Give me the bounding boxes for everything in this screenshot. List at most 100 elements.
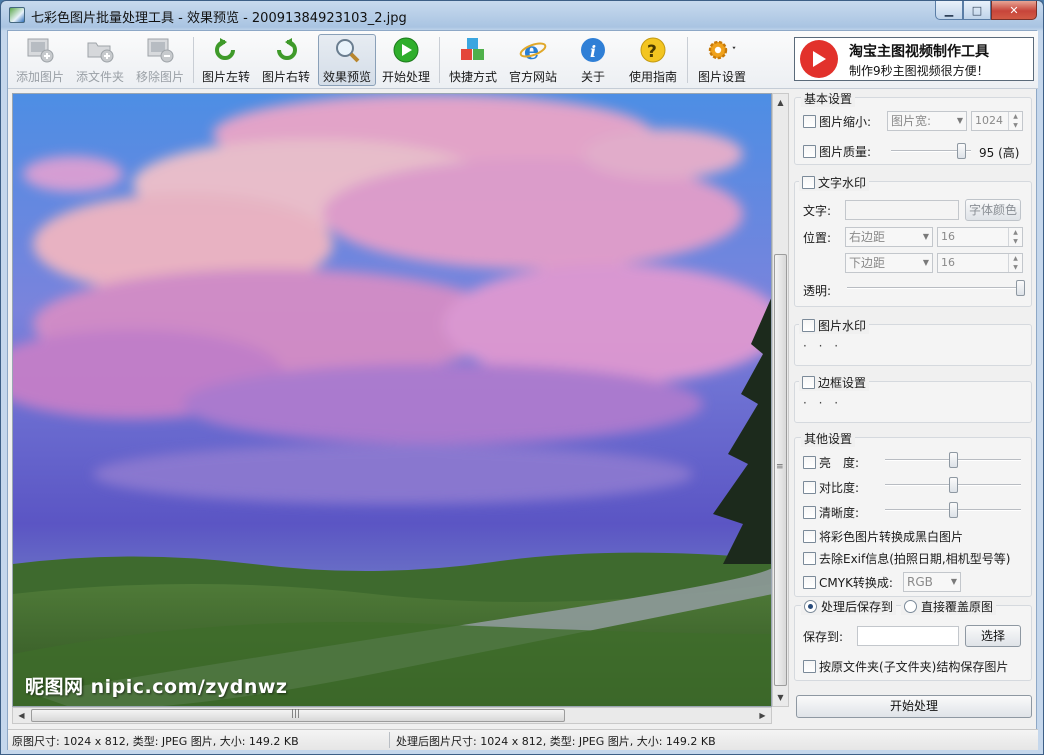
scroll-down-icon[interactable]: ▼ xyxy=(773,689,788,706)
quality-checkbox[interactable] xyxy=(803,145,816,158)
rotate-right-button[interactable]: 图片右转 xyxy=(258,35,314,85)
close-button[interactable]: ✕ xyxy=(991,1,1037,20)
contrast-slider-knob[interactable] xyxy=(949,477,958,493)
watermark-text-input[interactable] xyxy=(845,200,959,220)
shortcut-button[interactable]: 快捷方式 xyxy=(445,35,501,85)
official-site-button[interactable]: e 官方网站 xyxy=(505,35,561,85)
save-to-label: 保存到: xyxy=(803,630,844,644)
save-to-radio-label: 处理后保存到 xyxy=(821,600,894,614)
basic-settings-group: 基本设置 图片缩小: 图片宽: ▼ 1024 ▲ ▼ 图片质量: 95 (高) xyxy=(794,90,1032,165)
horizontal-anchor-select[interactable]: 右边距 ▼ xyxy=(845,227,933,247)
grayscale-row[interactable]: 将彩色图片转换成黑白图片 xyxy=(803,528,963,545)
choose-folder-button[interactable]: 选择 xyxy=(965,625,1021,647)
save-options-group: 处理后保存到 直接覆盖原图 保存到: 选择 按原文件夹(子文件夹)结构保存图片 xyxy=(794,598,1032,681)
vertical-offset-value: 16 xyxy=(941,256,955,269)
opacity-slider-knob[interactable] xyxy=(1016,280,1025,296)
spinner-arrows-icon[interactable]: ▲ ▼ xyxy=(1008,112,1022,130)
add-folder-label: 添文件夹 xyxy=(75,70,124,84)
vertical-offset-spinner[interactable]: 16 ▲ ▼ xyxy=(937,253,1023,273)
image-watermark-group: 图片水印 · · · xyxy=(794,317,1032,366)
resize-mode-select[interactable]: 图片宽: ▼ xyxy=(887,111,967,131)
maximize-button[interactable]: □ xyxy=(963,1,991,20)
font-color-button[interactable]: 字体颜色 xyxy=(965,199,1021,221)
remove-image-icon xyxy=(144,35,176,65)
sharpness-row[interactable]: 清晰度: xyxy=(803,504,859,521)
promo-banner[interactable]: 淘宝主图视频制作工具 制作9秒主图视频很方便！ xyxy=(794,37,1034,81)
quality-slider-knob[interactable] xyxy=(957,143,966,159)
rotate-right-icon xyxy=(270,35,302,65)
overwrite-radio-row[interactable]: 直接覆盖原图 xyxy=(901,598,997,615)
minimize-button[interactable]: ▁ xyxy=(935,1,963,20)
brightness-checkbox[interactable] xyxy=(803,456,816,469)
brightness-slider[interactable] xyxy=(885,452,1021,468)
add-folder-button[interactable]: 添文件夹 xyxy=(72,35,128,85)
quality-row[interactable]: 图片质量: xyxy=(803,143,871,160)
resize-checkbox[interactable] xyxy=(803,115,816,128)
exif-checkbox[interactable] xyxy=(803,552,816,565)
overwrite-radio[interactable] xyxy=(904,600,917,613)
scroll-right-icon[interactable]: ▶ xyxy=(754,708,771,723)
image-preview[interactable]: 昵图网 nipic.com/zydnwz xyxy=(12,93,772,707)
text-watermark-row[interactable]: 文字水印 xyxy=(799,174,870,191)
preview-horizontal-scrollbar[interactable]: ◀ ||| ▶ xyxy=(12,707,772,724)
start-process-toolbar-button[interactable]: 开始处理 xyxy=(378,35,434,85)
spinner-arrows-icon[interactable]: ▲ ▼ xyxy=(1008,228,1022,246)
preview-button[interactable]: 效果预览 xyxy=(318,34,376,86)
promo-play-icon xyxy=(800,40,838,78)
keep-structure-row[interactable]: 按原文件夹(子文件夹)结构保存图片 xyxy=(803,658,1008,675)
vertical-anchor-select[interactable]: 下边距 ▼ xyxy=(845,253,933,273)
resize-row[interactable]: 图片缩小: xyxy=(803,113,871,130)
promo-title: 淘宝主图视频制作工具 xyxy=(849,44,989,60)
title-bar[interactable]: 七彩色图片批量处理工具 - 效果预览 - 20091384923103_2.jp… xyxy=(1,1,1043,29)
image-watermark-checkbox[interactable] xyxy=(802,319,815,332)
opacity-slider[interactable] xyxy=(847,280,1025,296)
quality-label: 图片质量: xyxy=(819,145,872,159)
spinner-arrows-icon[interactable]: ▲ ▼ xyxy=(1008,254,1022,272)
quality-slider[interactable] xyxy=(891,143,971,159)
quality-value: 95 (高) xyxy=(979,146,1020,160)
grayscale-checkbox[interactable] xyxy=(803,530,816,543)
horizontal-offset-spinner[interactable]: 16 ▲ ▼ xyxy=(937,227,1023,247)
sharpness-slider-knob[interactable] xyxy=(949,502,958,518)
rotate-left-button[interactable]: 图片左转 xyxy=(198,35,254,85)
brightness-row[interactable]: 亮 度: xyxy=(803,454,859,471)
image-watermark-row[interactable]: 图片水印 xyxy=(799,317,870,334)
save-to-radio[interactable] xyxy=(804,600,817,613)
cmyk-target-select[interactable]: RGB ▼ xyxy=(903,572,961,592)
cmyk-checkbox[interactable] xyxy=(803,576,816,589)
save-to-radio-row[interactable]: 处理后保存到 xyxy=(801,598,897,615)
preview-vertical-scrollbar[interactable]: ▲ ≡ ▼ xyxy=(772,93,789,707)
scroll-up-icon[interactable]: ▲ xyxy=(773,94,788,111)
text-watermark-checkbox[interactable] xyxy=(802,176,815,189)
remove-image-button[interactable]: 移除图片 xyxy=(132,35,188,85)
save-path-input[interactable] xyxy=(857,626,959,646)
user-guide-button[interactable]: ? 使用指南 xyxy=(625,35,681,85)
brightness-slider-knob[interactable] xyxy=(949,452,958,468)
opacity-label: 透明: xyxy=(803,284,832,298)
add-image-button[interactable]: 添加图片 xyxy=(12,35,68,85)
border-checkbox[interactable] xyxy=(802,376,815,389)
contrast-slider[interactable] xyxy=(885,477,1021,493)
play-icon xyxy=(390,35,422,65)
border-settings-row[interactable]: 边框设置 xyxy=(799,374,870,391)
client-area: 添加图片 添文件夹 移除图片 图片左转 图片右转 效果预览 开始处理 快捷方式 … xyxy=(7,30,1038,750)
about-button[interactable]: i 关于 xyxy=(565,35,621,85)
toolbar: 添加图片 添文件夹 移除图片 图片左转 图片右转 效果预览 开始处理 快捷方式 … xyxy=(8,31,1038,89)
scroll-left-icon[interactable]: ◀ xyxy=(13,708,30,723)
image-settings-button[interactable]: 图片设置 xyxy=(692,35,752,85)
cmyk-row[interactable]: CMYK转换成: xyxy=(803,574,893,591)
preview-photo xyxy=(13,94,771,706)
sharpness-slider[interactable] xyxy=(885,502,1021,518)
sharpness-checkbox[interactable] xyxy=(803,506,816,519)
keep-structure-checkbox[interactable] xyxy=(803,660,816,673)
contrast-checkbox[interactable] xyxy=(803,481,816,494)
image-watermark-title: 图片水印 xyxy=(818,319,867,333)
exif-row[interactable]: 去除Exif信息(拍照日期,相机型号等) xyxy=(803,550,1010,567)
promo-subtitle: 制作9秒主图视频很方便！ xyxy=(849,64,989,78)
border-settings-title: 边框设置 xyxy=(818,376,867,390)
contrast-row[interactable]: 对比度: xyxy=(803,479,859,496)
contrast-label: 对比度: xyxy=(819,481,860,495)
start-process-button[interactable]: 开始处理 xyxy=(796,695,1032,718)
overwrite-radio-label: 直接覆盖原图 xyxy=(921,600,994,614)
resize-value-spinner[interactable]: 1024 ▲ ▼ xyxy=(971,111,1023,131)
